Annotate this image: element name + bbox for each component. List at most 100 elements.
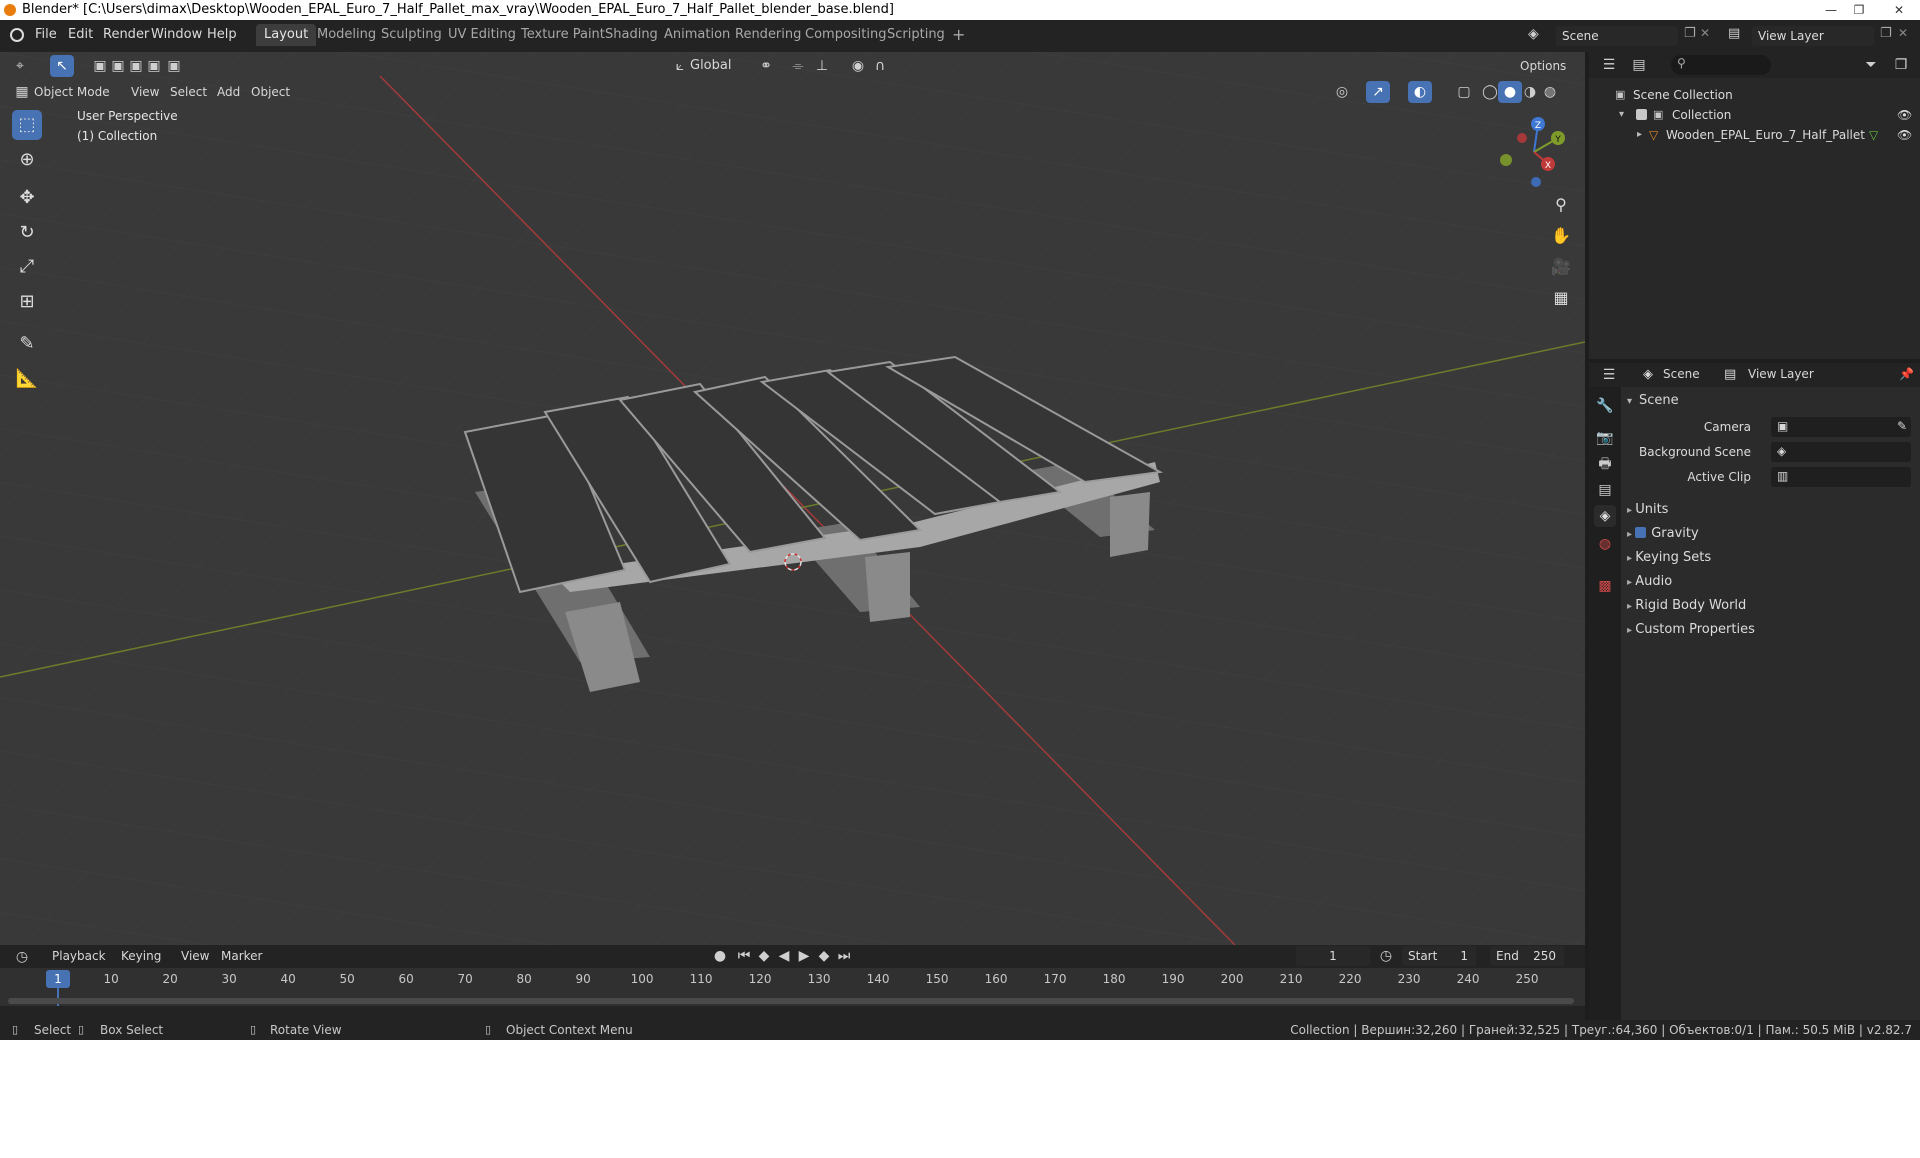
world-tab-icon[interactable]: ◍: [1594, 533, 1616, 555]
options-dropdown[interactable]: Options: [1520, 55, 1566, 77]
new-view-layer-icon[interactable]: ❐: [1880, 26, 1892, 41]
orientation-dropdown[interactable]: Global: [690, 55, 731, 77]
tab-uv-editing[interactable]: UV Editing: [440, 24, 524, 46]
scale-tool-icon[interactable]: ⤢: [12, 252, 42, 282]
tab-layout[interactable]: Layout: [256, 24, 317, 46]
viewport-menu-view[interactable]: View: [131, 81, 159, 103]
zoom-icon[interactable]: ⚲: [1548, 192, 1574, 218]
close-button[interactable]: ✕: [1882, 2, 1916, 18]
section-custom-properties[interactable]: ▸ Custom Properties: [1627, 622, 1755, 637]
add-workspace-button[interactable]: +: [944, 24, 973, 46]
snap-target-icon[interactable]: ⊥: [810, 55, 834, 77]
gizmo-neg-y-icon[interactable]: [1500, 154, 1512, 166]
viewport-menu-object[interactable]: Object: [251, 81, 290, 103]
timeline-menu-keying[interactable]: Keying: [121, 945, 161, 967]
xray-icon[interactable]: ▢: [1452, 81, 1476, 103]
output-tab-icon[interactable]: 🖶: [1594, 453, 1616, 475]
viewport-menu-select[interactable]: Select: [170, 81, 207, 103]
gizmo-toggle-icon[interactable]: ↗: [1366, 81, 1390, 103]
move-tool-icon[interactable]: ✥: [12, 183, 42, 213]
section-audio[interactable]: ▸ Audio: [1627, 574, 1672, 589]
editor-type-icon[interactable]: ⌖: [8, 55, 32, 77]
gravity-checkbox[interactable]: [1635, 527, 1647, 538]
overlay-toggle-icon[interactable]: ◐: [1408, 81, 1432, 103]
outliner-row-scene-collection[interactable]: ▣ Scene Collection: [1589, 85, 1920, 105]
blender-menu-icon[interactable]: [10, 28, 24, 42]
outliner-search-input[interactable]: [1671, 55, 1771, 75]
menu-file[interactable]: File: [35, 27, 57, 42]
viewport-scene[interactable]: [0, 52, 1585, 945]
gizmo-neg-x-icon[interactable]: [1517, 133, 1527, 143]
collection-eye-icon[interactable]: 👁: [1897, 105, 1912, 125]
transform-tool-icon[interactable]: ⊞: [12, 287, 42, 317]
section-gravity[interactable]: ▸ Gravity: [1627, 526, 1699, 541]
exclude-checkbox[interactable]: [1636, 109, 1647, 120]
expand-arrow-icon[interactable]: ▾: [1619, 105, 1624, 125]
scene-field[interactable]: Scene: [1556, 26, 1678, 46]
timeline-menu-playback[interactable]: Playback: [52, 945, 106, 967]
cursor-tool-icon[interactable]: ⊕: [12, 145, 42, 175]
current-frame-field[interactable]: 1: [1296, 946, 1370, 966]
mesh-data-icon[interactable]: ▽: [1869, 125, 1878, 145]
section-rigid-body-world[interactable]: ▸ Rigid Body World: [1627, 598, 1746, 613]
annotate-tool-icon[interactable]: ✎: [12, 329, 42, 359]
maximize-button[interactable]: ❐: [1846, 2, 1872, 18]
select-mode-intersect-icon[interactable]: ▣: [162, 55, 186, 77]
proportional-edit-icon[interactable]: ◉: [846, 55, 870, 77]
texture-tab-icon[interactable]: ▩: [1594, 575, 1616, 597]
section-units[interactable]: ▸ Units: [1627, 502, 1668, 517]
camera-view-icon[interactable]: 🎥: [1548, 254, 1574, 280]
timeline-scrollbar[interactable]: [8, 998, 1574, 1004]
pivot-icon[interactable]: ⚭: [754, 55, 778, 77]
viewport-menu-add[interactable]: Add: [217, 81, 240, 103]
tab-animation[interactable]: Animation: [656, 24, 738, 46]
view-layer-field[interactable]: View Layer: [1752, 26, 1874, 46]
object-eye-icon[interactable]: 👁: [1897, 125, 1912, 145]
pan-hand-icon[interactable]: ✋: [1548, 223, 1574, 249]
tab-scripting[interactable]: Scripting: [879, 24, 953, 46]
preview-range-icon[interactable]: ◷: [1374, 945, 1398, 967]
gizmo-neg-z-icon[interactable]: [1531, 177, 1541, 187]
navigation-gizmo[interactable]: Z Y X: [1490, 112, 1570, 192]
end-frame-field[interactable]: End 250: [1490, 946, 1564, 966]
rotate-tool-icon[interactable]: ↻: [12, 218, 42, 248]
rendered-shading-icon[interactable]: ◍: [1538, 81, 1562, 103]
falloff-icon[interactable]: ∩: [868, 55, 892, 77]
view-layer-icon[interactable]: ▤: [1728, 26, 1740, 41]
outliner-row-collection[interactable]: ▾ ▣ Collection 👁: [1589, 105, 1920, 125]
menu-edit[interactable]: Edit: [68, 27, 93, 42]
section-keying-sets[interactable]: ▸ Keying Sets: [1627, 550, 1711, 565]
scene-selector-icon[interactable]: ◈: [1528, 26, 1539, 42]
eyedropper-icon[interactable]: ✎: [1897, 419, 1907, 433]
select-tool-icon[interactable]: ↖: [50, 55, 74, 77]
new-collection-icon[interactable]: ❐: [1889, 54, 1913, 76]
timeline-menu-view[interactable]: View: [181, 945, 209, 967]
start-frame-field[interactable]: Start 1: [1402, 946, 1476, 966]
ortho-toggle-icon[interactable]: ▦: [1548, 285, 1574, 311]
display-mode-icon[interactable]: ▤: [1627, 54, 1651, 76]
jump-end-icon[interactable]: ⏭: [832, 945, 856, 967]
timeline-editor-icon[interactable]: ◷: [10, 946, 34, 968]
pin-icon[interactable]: 📌: [1899, 367, 1914, 381]
timeline-menu-marker[interactable]: Marker: [221, 945, 262, 967]
scene-panel-title[interactable]: Scene: [1639, 393, 1679, 408]
active-clip-field[interactable]: [1771, 467, 1911, 487]
background-scene-field[interactable]: [1771, 442, 1911, 462]
breadcrumb-view-layer[interactable]: View Layer: [1748, 367, 1814, 381]
tab-sculpting[interactable]: Sculpting: [373, 24, 450, 46]
filter-icon[interactable]: ⏷: [1859, 54, 1883, 76]
measure-tool-icon[interactable]: 📐: [12, 364, 42, 394]
frame-ruler[interactable]: 1 10 20 30 40 50 60 70 80 90 100 110 120 130 140 150 160…: [0, 968, 1585, 1006]
mode-dropdown[interactable]: Object Mode: [34, 81, 110, 103]
delete-view-layer-icon[interactable]: ✕: [1898, 26, 1908, 40]
outliner-editor-icon[interactable]: ☰: [1597, 54, 1621, 76]
orientation-icon[interactable]: ⟀: [668, 55, 692, 77]
minimize-button[interactable]: —: [1818, 2, 1844, 18]
render-tab-icon[interactable]: 📷: [1594, 427, 1616, 449]
menu-window[interactable]: Window: [151, 27, 202, 42]
properties-editor-icon[interactable]: ☰: [1597, 364, 1621, 386]
menu-help[interactable]: Help: [207, 27, 237, 42]
scene-panel-arrow-icon[interactable]: ▾: [1627, 396, 1632, 407]
view-layer-tab-icon[interactable]: ▤: [1594, 479, 1616, 501]
breadcrumb-scene[interactable]: Scene: [1663, 367, 1700, 381]
